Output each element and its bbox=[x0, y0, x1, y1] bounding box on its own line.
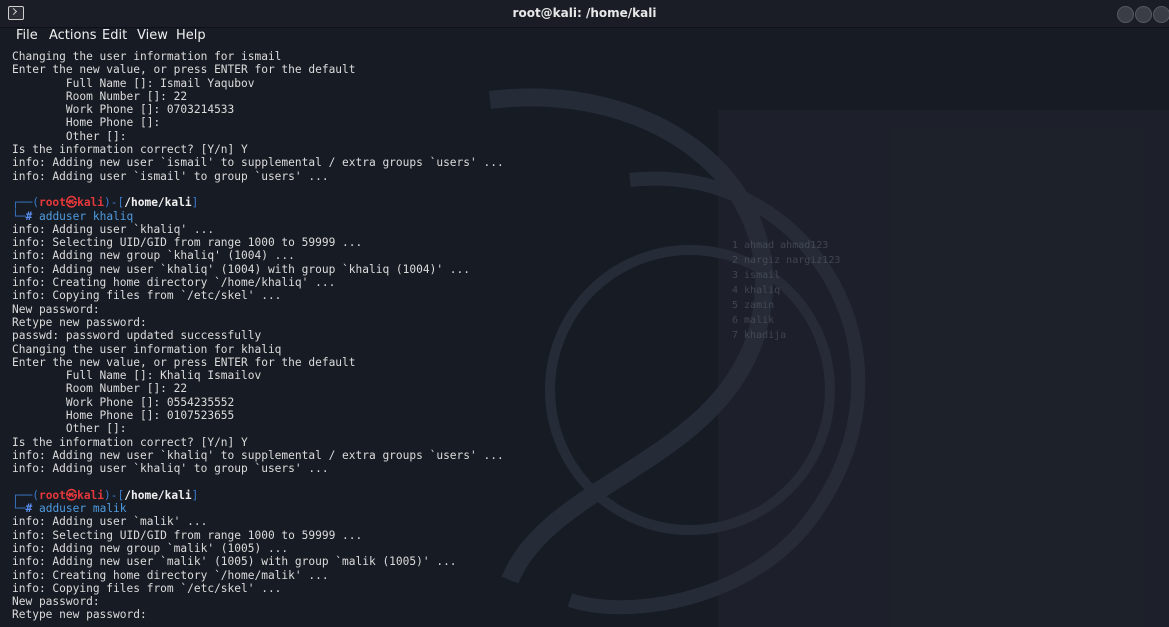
terminal-line: Full Name []: Khaliq Ismailov bbox=[12, 369, 262, 383]
terminal-line: info: Adding new group `khaliq' (1004) .… bbox=[12, 249, 295, 263]
shell-command: └─# adduser khaliq bbox=[12, 209, 134, 223]
terminal-line: Room Number []: 22 bbox=[12, 382, 188, 396]
terminal-line: info: Adding new user `malik' (1005) wit… bbox=[12, 555, 457, 569]
terminal-line: Enter the new value, or press ENTER for … bbox=[12, 355, 356, 369]
menu-help[interactable]: Help bbox=[176, 28, 206, 43]
terminal-line: Retype new password: bbox=[12, 315, 147, 329]
terminal-line: Changing the user information for khaliq bbox=[12, 342, 282, 356]
terminal-line: New password: bbox=[12, 595, 100, 609]
terminal-line: Enter the new value, or press ENTER for … bbox=[12, 63, 356, 77]
terminal-line: Room Number []: 22 bbox=[12, 89, 188, 103]
menu-edit[interactable]: Edit bbox=[102, 28, 127, 43]
terminal-line: info: Adding new group `malik' (1005) ..… bbox=[12, 541, 289, 555]
terminal-line: passwd: password updated successfully bbox=[12, 329, 262, 343]
terminal-line: info: Adding user `khaliq' ... bbox=[12, 222, 215, 236]
terminal-line: info: Adding new user `ismail' to supple… bbox=[12, 156, 504, 170]
prompt-path: /home/kali bbox=[124, 196, 192, 210]
close-icon[interactable] bbox=[1153, 6, 1169, 23]
shell-command: └─# adduser malik bbox=[12, 502, 127, 516]
menu-file[interactable]: File bbox=[16, 28, 38, 43]
terminal-line: info: Adding new user `khaliq' (1004) wi… bbox=[12, 262, 471, 276]
terminal-line: Other []: bbox=[12, 422, 127, 436]
terminal-line: info: Adding user `ismail' to group `use… bbox=[12, 169, 329, 183]
terminal-line: Home Phone []: 0107523655 bbox=[12, 409, 235, 423]
terminal-output[interactable]: Changing the user information for ismail… bbox=[12, 50, 1169, 627]
menu-actions[interactable]: Actions bbox=[49, 28, 97, 43]
maximize-icon[interactable] bbox=[1135, 6, 1152, 23]
prompt-user: root㉿kali bbox=[38, 196, 105, 210]
terminal-line: Retype new password: bbox=[12, 608, 147, 622]
terminal-line: info: Copying files from `/etc/skel' ... bbox=[12, 581, 282, 595]
terminal-line: Other []: bbox=[12, 129, 127, 143]
terminal-line: info: Selecting UID/GID from range 1000 … bbox=[12, 236, 363, 250]
menu-view[interactable]: View bbox=[137, 28, 168, 43]
terminal-line: New password: bbox=[12, 302, 100, 316]
prompt-user: root㉿kali bbox=[38, 488, 105, 502]
terminal-line: info: Adding user `malik' ... bbox=[12, 515, 208, 529]
shell-prompt: ┌──(root㉿kali)-[/home/kali] bbox=[12, 196, 199, 210]
terminal-line: info: Adding new user `khaliq' to supple… bbox=[12, 448, 504, 462]
terminal-line: Work Phone []: 0554235552 bbox=[12, 395, 235, 409]
terminal-line: info: Copying files from `/etc/skel' ... bbox=[12, 289, 282, 303]
prompt-path: /home/kali bbox=[124, 488, 192, 502]
command-text: adduser khaliq bbox=[38, 209, 134, 223]
command-text: adduser malik bbox=[38, 502, 127, 516]
shell-prompt: ┌──(root㉿kali)-[/home/kali] bbox=[12, 488, 199, 502]
terminal-line: Full Name []: Ismail Yaqubov bbox=[12, 76, 255, 90]
menu-bar: File Actions Edit View Help bbox=[0, 28, 1169, 46]
terminal-line: info: Adding user `khaliq' to group `use… bbox=[12, 462, 329, 476]
terminal-line: Changing the user information for ismail bbox=[12, 50, 282, 63]
terminal-line: Is the information correct? [Y/n] Y bbox=[12, 143, 248, 157]
terminal-line: info: Creating home directory `/home/kha… bbox=[12, 276, 336, 290]
window-title: root@kali: /home/kali bbox=[512, 6, 657, 20]
minimize-icon[interactable] bbox=[1117, 6, 1134, 23]
terminal-line: info: Selecting UID/GID from range 1000 … bbox=[12, 528, 363, 542]
terminal-line: Home Phone []: bbox=[12, 116, 161, 130]
title-bar: root@kali: /home/kali bbox=[0, 0, 1169, 28]
terminal-line: Is the information correct? [Y/n] Y bbox=[12, 435, 248, 449]
terminal-line: info: Creating home directory `/home/mal… bbox=[12, 568, 329, 582]
terminal-line: Work Phone []: 0703214533 bbox=[12, 103, 235, 117]
